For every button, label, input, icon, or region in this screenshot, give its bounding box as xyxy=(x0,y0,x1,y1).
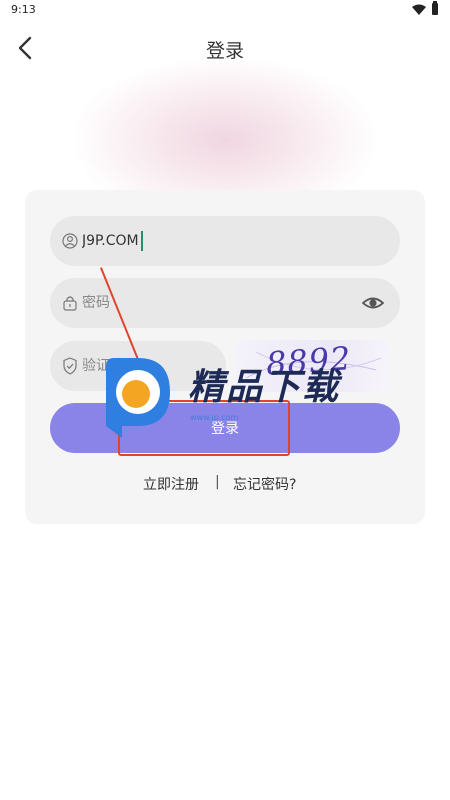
auth-links: 立即注册 | 忘记密码? xyxy=(0,474,450,494)
forgot-password-link[interactable]: 忘记密码? xyxy=(233,474,296,494)
watermark-url: www.jp.com xyxy=(190,413,239,422)
status-time: 9:13 xyxy=(11,3,36,16)
status-bar: 9:13 xyxy=(0,0,450,20)
eye-icon[interactable] xyxy=(362,293,384,313)
password-field xyxy=(50,278,400,328)
wifi-icon xyxy=(412,4,426,15)
battery-icon xyxy=(432,1,438,15)
username-field xyxy=(50,216,400,266)
watermark-text: 精品下载 xyxy=(188,367,341,408)
link-separator: | xyxy=(215,474,220,490)
page-title: 登录 xyxy=(205,40,244,62)
header: 登录 xyxy=(0,28,450,68)
text-cursor xyxy=(141,231,143,251)
user-icon xyxy=(62,233,78,249)
lock-icon xyxy=(63,296,77,311)
register-link[interactable]: 立即注册 xyxy=(143,474,199,494)
watermark-logo xyxy=(106,358,170,438)
shield-icon xyxy=(63,357,77,375)
username-input[interactable] xyxy=(82,216,352,266)
